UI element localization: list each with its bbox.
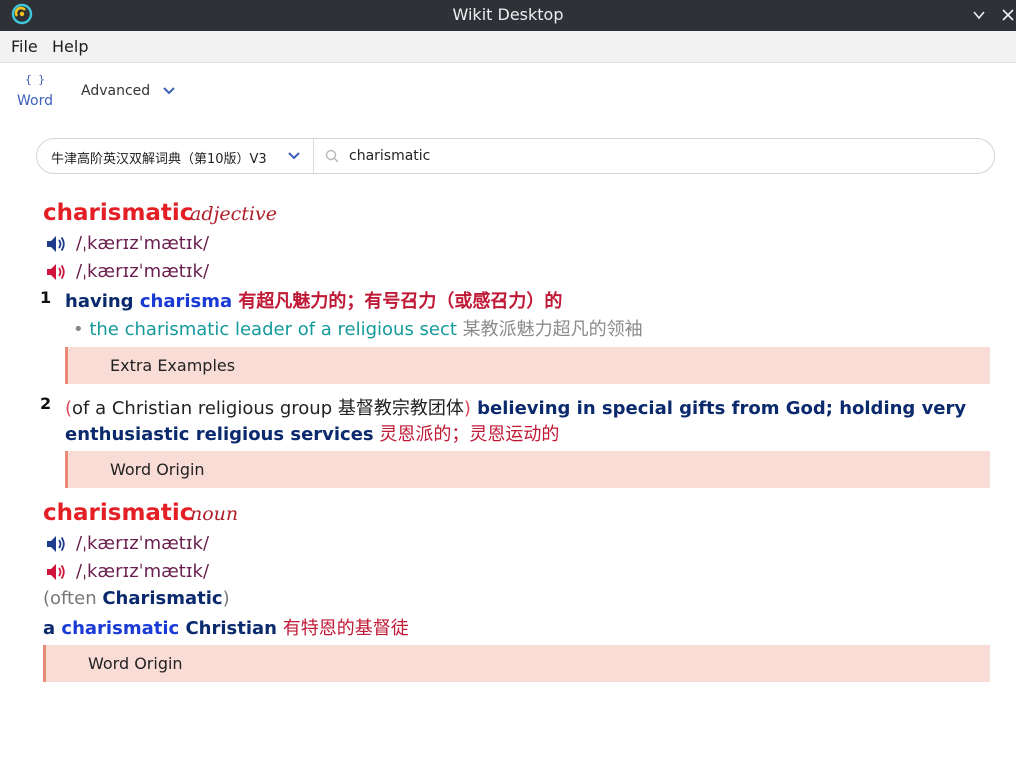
dictionary-content: charismatic adjective /ˌkærɪzˈmætɪk/ /ˌk… xyxy=(0,190,1016,771)
usage-note-keyword: Charismatic xyxy=(102,588,223,609)
chevron-down-icon xyxy=(288,152,300,160)
search-icon xyxy=(325,149,339,163)
definition-translation: 有特恩的基督徒 xyxy=(276,618,409,639)
sense-definition: having charisma 有超凡魅力的；有号召力（或感召力）的 xyxy=(65,287,562,313)
word-origin-toggle[interactable]: Word Origin xyxy=(43,645,990,682)
definition-translation: 灵恩派的；灵恩运动的 xyxy=(373,424,560,445)
word-origin-label: Word Origin xyxy=(88,654,183,673)
title-bar: Wikit Desktop xyxy=(0,0,1016,31)
headword: charismatic xyxy=(43,500,194,526)
braces-icon: { } xyxy=(25,73,45,86)
definition-text: enthusiastic religious services xyxy=(65,424,374,445)
minimize-button[interactable] xyxy=(968,4,990,26)
definition-text: Christian xyxy=(179,618,277,639)
grammar-paren: ) xyxy=(463,398,471,419)
toolbar: { } Word Advanced xyxy=(0,63,1016,123)
extra-examples-toggle[interactable]: Extra Examples xyxy=(65,347,990,384)
part-of-speech: noun xyxy=(190,503,239,525)
search-input[interactable] xyxy=(349,146,969,166)
pronunciation-us: /ˌkærɪzˈmætɪk/ xyxy=(76,261,210,282)
advanced-dropdown[interactable]: Advanced xyxy=(81,83,175,99)
pronunciation-uk: /ˌkærɪzˈmætɪk/ xyxy=(76,533,210,554)
cross-reference-link[interactable]: charisma xyxy=(140,291,232,312)
speaker-uk-icon[interactable] xyxy=(45,534,67,554)
example-sentence: • the charismatic leader of a religious … xyxy=(73,315,643,341)
word-mode-label: Word xyxy=(17,93,53,109)
speaker-us-icon[interactable] xyxy=(45,562,67,582)
usage-note: (often Charismatic) xyxy=(43,588,230,609)
word-origin-toggle[interactable]: Word Origin xyxy=(65,451,990,488)
definition-text: having xyxy=(65,291,140,312)
headword: charismatic xyxy=(43,200,194,226)
definition-translation: 有超凡魅力的；有号召力（或感召力）的 xyxy=(232,291,563,312)
sense-definition: a charismatic Christian 有特恩的基督徒 xyxy=(43,614,409,640)
usage-note-close: ) xyxy=(222,588,230,609)
sense-number: 1 xyxy=(40,288,52,307)
grammar-note: of a Christian religious group 基督教宗教团体 xyxy=(72,398,464,419)
search-bar: 牛津高阶英汉双解词典（第10版）V3 xyxy=(36,138,995,174)
sense-definition-continued: enthusiastic religious services 灵恩派的；灵恩运… xyxy=(65,420,559,446)
chevron-down-icon xyxy=(162,87,175,95)
grammar-paren: ( xyxy=(65,398,73,419)
close-button[interactable] xyxy=(997,4,1016,26)
example-translation: 某教派魅力超凡的领袖 xyxy=(456,319,643,340)
dictionary-name: 牛津高阶英汉双解词典（第10版）V3 xyxy=(51,152,267,167)
example-text: the charismatic leader of a religious se… xyxy=(89,319,457,340)
pronunciation-us: /ˌkærɪzˈmætɪk/ xyxy=(76,561,210,582)
word-origin-label: Word Origin xyxy=(110,460,205,479)
definition-text: a xyxy=(43,618,62,639)
cross-reference-link[interactable]: charismatic xyxy=(61,618,179,639)
usage-note-text: (often xyxy=(43,588,103,609)
sense-definition: (of a Christian religious group 基督教宗教团体)… xyxy=(65,394,966,420)
speaker-us-icon[interactable] xyxy=(45,262,67,282)
extra-examples-label: Extra Examples xyxy=(110,356,236,375)
speaker-uk-icon[interactable] xyxy=(45,234,67,254)
word-mode-button[interactable]: { } Word xyxy=(11,73,59,109)
window-title: Wikit Desktop xyxy=(452,5,564,24)
bullet: • xyxy=(73,319,90,340)
sense-number: 2 xyxy=(40,394,52,413)
advanced-label: Advanced xyxy=(81,83,151,99)
close-icon xyxy=(1002,9,1014,21)
chevron-down-icon xyxy=(973,11,985,20)
menu-file[interactable]: File xyxy=(11,37,38,56)
part-of-speech: adjective xyxy=(190,203,277,225)
menu-bar: File Help xyxy=(0,31,1016,63)
definition-text: believing in special gifts from God; hol… xyxy=(470,398,967,419)
menu-help[interactable]: Help xyxy=(52,37,88,56)
pronunciation-uk: /ˌkærɪzˈmætɪk/ xyxy=(76,233,210,254)
dictionary-select[interactable]: 牛津高阶英汉双解词典（第10版）V3 xyxy=(37,139,314,173)
